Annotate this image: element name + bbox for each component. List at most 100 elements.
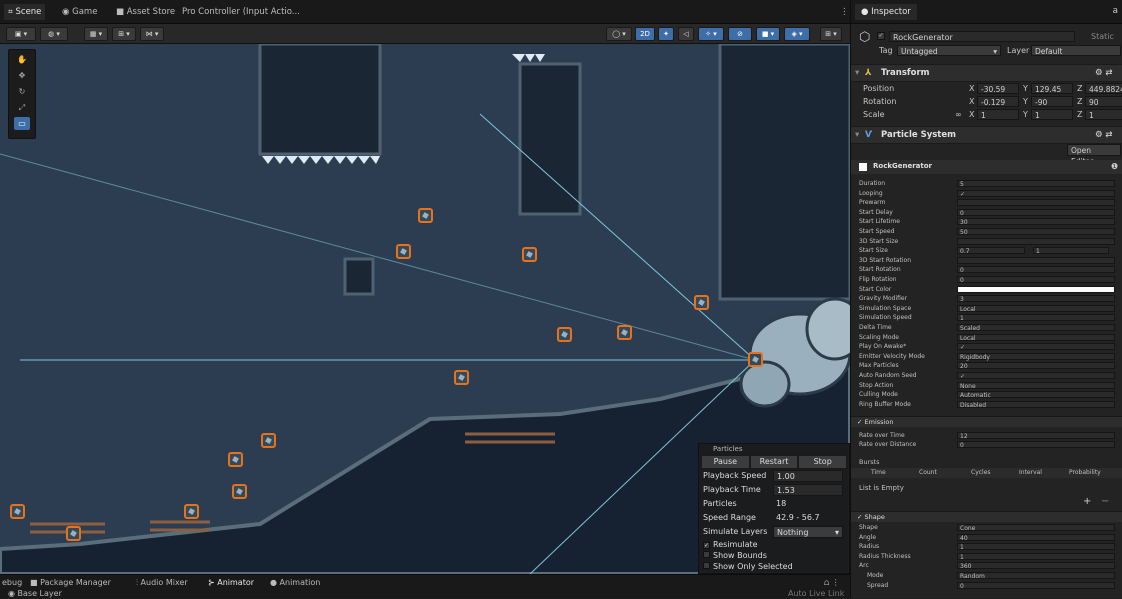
property-value-field[interactable]: Random bbox=[957, 572, 1115, 580]
align-button[interactable]: ⋈ ▾ bbox=[140, 27, 164, 41]
property-value-field[interactable]: 40 bbox=[957, 533, 1115, 542]
hand-tool-icon[interactable]: ✋ bbox=[14, 53, 30, 66]
gizmos-button[interactable]: ◈ ▾ bbox=[784, 27, 810, 41]
object-name-field[interactable]: RockGenerator bbox=[889, 31, 1075, 42]
stop-button[interactable]: Stop bbox=[798, 455, 848, 469]
scale-z-field[interactable]: 1 bbox=[1085, 109, 1122, 120]
emission-module-header[interactable]: ✓ Emission bbox=[851, 416, 1122, 427]
property-value-field[interactable]: 0 bbox=[957, 266, 1115, 274]
increment-snap-button[interactable]: ⊞ ▾ bbox=[112, 27, 136, 41]
active-checkbox[interactable]: ✓ bbox=[877, 32, 885, 40]
property-value-field[interactable] bbox=[957, 256, 1115, 264]
show-only-selected-toggle[interactable]: Show Only Selected bbox=[699, 561, 849, 572]
layer-dropdown[interactable]: Default bbox=[1031, 45, 1121, 56]
position-y-field[interactable]: 129.45 bbox=[1031, 83, 1073, 94]
scale-y-field[interactable]: 1 bbox=[1031, 109, 1073, 120]
tab-asset-store[interactable]: ■ Asset Store bbox=[112, 4, 179, 20]
tag-dropdown[interactable]: Untagged ▾ bbox=[897, 45, 1001, 56]
tab-animator[interactable]: ⊱ Animator bbox=[208, 577, 254, 588]
grid-snap-button[interactable]: ▦ ▾ bbox=[84, 27, 108, 41]
property-value-field[interactable]: ✓ bbox=[957, 372, 1115, 380]
show-bounds-toggle[interactable]: Show Bounds bbox=[699, 550, 849, 561]
shading-button[interactable]: ◯ ▾ bbox=[606, 27, 632, 41]
move-tool-icon[interactable]: ✥ bbox=[14, 69, 30, 82]
property-value-field[interactable]: Automatic bbox=[957, 391, 1115, 399]
auto-live-link-button[interactable]: Auto Live Link bbox=[788, 588, 844, 599]
shape-module-header[interactable]: ✓ Shape bbox=[851, 511, 1122, 522]
property-value-field[interactable]: 3 bbox=[957, 295, 1115, 303]
tab-inspector[interactable]: ● Inspector bbox=[855, 4, 917, 20]
main-module-header[interactable]: RockGenerator ❶ bbox=[851, 160, 1122, 174]
lock-icon[interactable]: ⩍ ⋮ bbox=[824, 577, 840, 588]
simulate-layers-dropdown[interactable]: Nothing ▾ bbox=[773, 526, 843, 538]
rotation-z-field[interactable]: 90 bbox=[1085, 96, 1122, 107]
scale-x-field[interactable]: 1 bbox=[977, 109, 1019, 120]
position-z-field[interactable]: 449.8824 bbox=[1085, 83, 1122, 94]
transform-header[interactable]: ▾ ⅄ Transform ⚙ ⇄ bbox=[851, 64, 1122, 82]
restart-button[interactable]: Restart bbox=[749, 455, 799, 469]
start-size-max-field[interactable]: 1 bbox=[1033, 247, 1109, 255]
tab-pro-controller[interactable]: Pro Controller (Input Actio... bbox=[178, 4, 304, 20]
property-value-field[interactable]: Local bbox=[957, 333, 1115, 342]
mode-2d-button[interactable]: 2D bbox=[635, 27, 655, 41]
scene-view-options-icon[interactable]: ⊞ ▾ bbox=[820, 27, 842, 41]
property-value-field[interactable]: Cone bbox=[957, 524, 1115, 532]
property-value-field[interactable]: Local bbox=[957, 304, 1115, 313]
tab-animation[interactable]: ● Animation bbox=[270, 577, 320, 588]
help-icon[interactable]: ❶ bbox=[1111, 162, 1118, 171]
playback-time-field[interactable]: 1.53 bbox=[773, 484, 843, 496]
component-menu-icon[interactable]: ⚙ ⇄ bbox=[1095, 127, 1112, 143]
property-value-field[interactable] bbox=[957, 199, 1115, 207]
playback-speed-field[interactable]: 1.00 bbox=[773, 470, 843, 482]
property-value-field[interactable]: 20 bbox=[957, 362, 1115, 370]
property-value-field[interactable]: 50 bbox=[957, 228, 1115, 236]
property-value-field[interactable]: 0 bbox=[957, 208, 1115, 217]
rotation-x-field[interactable]: -0.129 bbox=[977, 96, 1019, 107]
constrain-proportions-icon[interactable]: ∞ bbox=[955, 110, 962, 119]
rotate-tool-icon[interactable]: ↻ bbox=[14, 85, 30, 98]
property-value-field[interactable]: Disabled bbox=[957, 400, 1115, 409]
audio-toggle-icon[interactable]: ◁ bbox=[678, 27, 694, 41]
hidden-objects-icon[interactable]: ⊘ bbox=[728, 27, 752, 41]
draw-mode-button[interactable]: ▣ ▾ bbox=[6, 27, 36, 41]
rate-over-distance-field[interactable]: 0 bbox=[957, 441, 1115, 449]
resimulate-toggle[interactable]: ✓ Resimulate bbox=[699, 539, 849, 550]
camera-settings-icon[interactable]: ■ ▾ bbox=[756, 27, 780, 41]
property-value-field[interactable] bbox=[957, 285, 1115, 293]
tab-game[interactable]: ◉ Game bbox=[58, 4, 101, 20]
property-value-field[interactable]: 1 bbox=[957, 552, 1115, 561]
tab-audio-mixer[interactable]: ⫶ Audio Mixer bbox=[136, 577, 188, 588]
property-value-field[interactable]: 360 bbox=[957, 562, 1115, 570]
property-value-field[interactable]: Rigidbody bbox=[957, 352, 1115, 361]
property-value-field[interactable]: 5 bbox=[957, 180, 1115, 188]
tab-package-manager[interactable]: ■ Package Manager bbox=[30, 577, 111, 588]
property-value-field[interactable]: 1 bbox=[957, 314, 1115, 322]
component-menu-icon[interactable]: ⚙ ⇄ bbox=[1095, 65, 1112, 81]
property-value-field[interactable]: 0 bbox=[957, 276, 1115, 284]
property-value-field[interactable]: ✓ bbox=[957, 189, 1115, 198]
tab-debug[interactable]: ebug bbox=[2, 577, 22, 588]
rect-tool-icon[interactable]: ▭ bbox=[14, 117, 30, 130]
effects-toggle-icon[interactable]: ✧ ▾ bbox=[698, 27, 724, 41]
property-value-field[interactable]: 0 bbox=[957, 581, 1115, 590]
open-editor-button[interactable]: Open Editor... bbox=[1067, 144, 1121, 166]
lighting-toggle-icon[interactable]: ✦ bbox=[658, 27, 674, 41]
property-value-field[interactable]: 1 bbox=[957, 543, 1115, 551]
scale-tool-icon[interactable]: ⤢ bbox=[14, 101, 30, 114]
base-layer-breadcrumb[interactable]: ◉ Base Layer bbox=[8, 588, 62, 599]
gizmo-globe-button[interactable]: ◍ ▾ bbox=[40, 27, 68, 41]
property-value-field[interactable]: None bbox=[957, 381, 1115, 390]
rotation-y-field[interactable]: -90 bbox=[1031, 96, 1073, 107]
property-value-field[interactable] bbox=[957, 237, 1115, 245]
scene-viewport[interactable]: ✋ ✥ ↻ ⤢ ▭ Particles Pause Restart Stop P… bbox=[0, 44, 850, 574]
tab-scene[interactable]: ⌗ Scene bbox=[4, 4, 46, 20]
add-burst-icon[interactable]: + bbox=[1083, 496, 1091, 507]
property-value-field[interactable]: Scaled bbox=[957, 324, 1115, 332]
property-value-field[interactable]: ✓ bbox=[957, 343, 1115, 351]
particle-system-header[interactable]: ▾ Ѵ Particle System ⚙ ⇄ bbox=[851, 126, 1122, 144]
property-value-field[interactable]: 0.7 bbox=[957, 247, 1025, 255]
position-x-field[interactable]: -30.59 bbox=[977, 83, 1019, 94]
pause-button[interactable]: Pause bbox=[701, 455, 750, 469]
lock-icon[interactable]: a bbox=[1112, 6, 1118, 16]
property-value-field[interactable]: 30 bbox=[957, 218, 1115, 226]
